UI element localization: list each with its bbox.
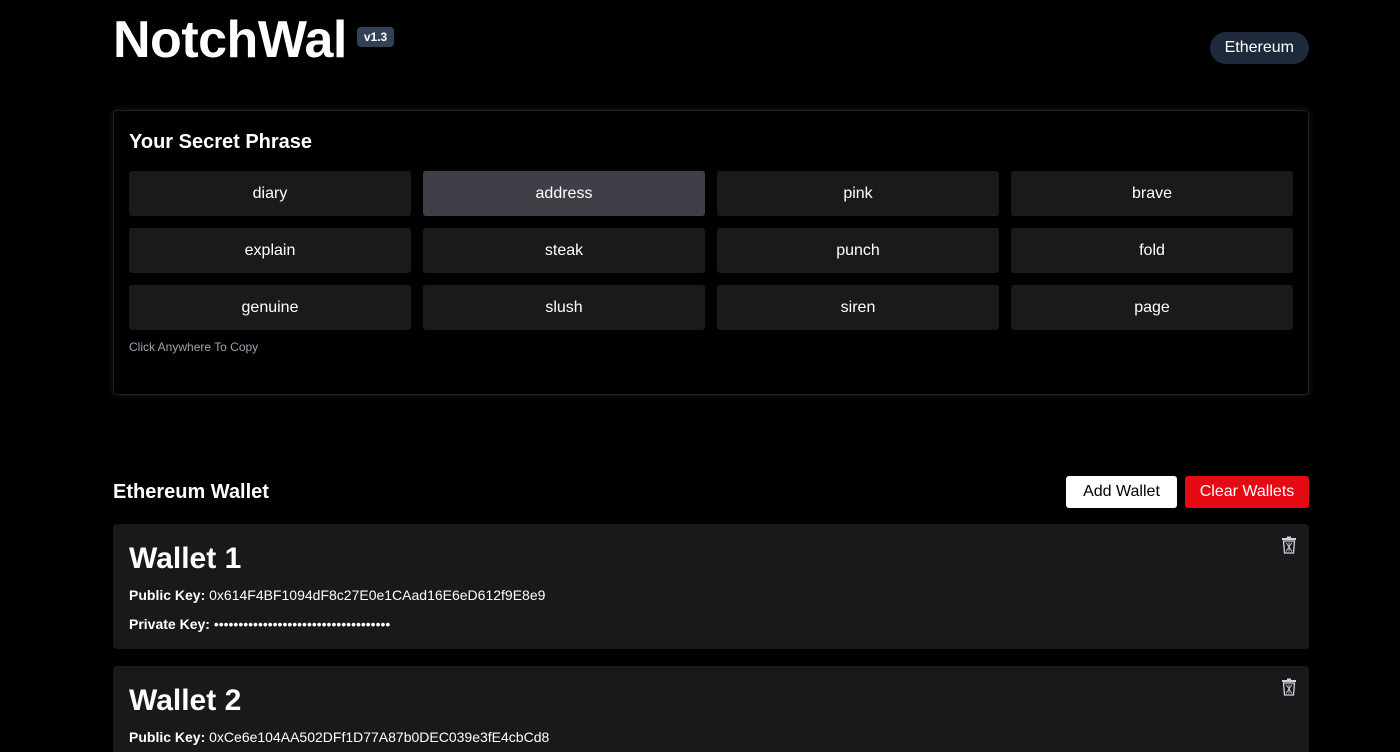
phrase-word[interactable]: brave xyxy=(1011,171,1293,216)
private-key-label: Private Key: xyxy=(129,616,210,632)
version-badge: v1.3 xyxy=(356,27,395,47)
phrase-word[interactable]: diary xyxy=(129,171,411,216)
phrase-word[interactable]: siren xyxy=(717,285,999,330)
wallet-name: Wallet 1 xyxy=(129,542,242,575)
wallet-card: Wallet 1 Public Key: 0x614F4BF1094dF8c27… xyxy=(113,524,1309,649)
wallet-name: Wallet 2 xyxy=(129,684,242,717)
app-title: NotchWal xyxy=(113,11,347,69)
clear-wallets-button[interactable]: Clear Wallets xyxy=(1185,476,1309,508)
phrase-word[interactable]: slush xyxy=(423,285,705,330)
header: NotchWal v1.3 Ethereum xyxy=(113,10,1309,72)
secret-phrase-grid: diary address pink brave explain steak p… xyxy=(129,171,1294,330)
phrase-word[interactable]: address xyxy=(423,171,705,216)
brand: NotchWal v1.3 xyxy=(113,10,395,70)
public-key-value[interactable]: 0x614F4BF1094dF8c27E0e1CAad16E6eD612f9E8… xyxy=(209,587,545,603)
wallet-section-title: Ethereum Wallet xyxy=(113,481,269,503)
wallet-card: Wallet 2 Public Key: 0xCe6e104AA502DFf1D… xyxy=(113,666,1309,752)
trash-icon[interactable] xyxy=(1281,678,1297,696)
trash-icon[interactable] xyxy=(1281,536,1297,554)
phrase-word[interactable]: steak xyxy=(423,228,705,273)
app-root: NotchWal v1.3 Ethereum Your Secret Phras… xyxy=(0,0,1400,752)
public-key-row: Public Key: 0xCe6e104AA502DFf1D77A87b0DE… xyxy=(129,729,549,745)
secret-phrase-card[interactable]: Your Secret Phrase diary address pink br… xyxy=(113,110,1309,395)
add-wallet-button[interactable]: Add Wallet xyxy=(1066,476,1177,508)
private-key-row: Private Key: •••••••••••••••••••••••••••… xyxy=(129,616,390,632)
public-key-row: Public Key: 0x614F4BF1094dF8c27E0e1CAad1… xyxy=(129,587,545,603)
phrase-word[interactable]: fold xyxy=(1011,228,1293,273)
network-selector-button[interactable]: Ethereum xyxy=(1209,32,1309,64)
phrase-word[interactable]: punch xyxy=(717,228,999,273)
phrase-word[interactable]: page xyxy=(1011,285,1293,330)
public-key-value[interactable]: 0xCe6e104AA502DFf1D77A87b0DEC039e3fE4cbC… xyxy=(209,729,549,745)
secret-phrase-title: Your Secret Phrase xyxy=(129,131,313,153)
public-key-label: Public Key: xyxy=(129,587,206,603)
phrase-word[interactable]: explain xyxy=(129,228,411,273)
public-key-label: Public Key: xyxy=(129,729,206,745)
private-key-value[interactable]: •••••••••••••••••••••••••••••••••••• xyxy=(214,616,390,632)
phrase-word[interactable]: pink xyxy=(717,171,999,216)
copy-hint: Click Anywhere To Copy xyxy=(129,340,259,354)
phrase-word[interactable]: genuine xyxy=(129,285,411,330)
wallet-section-header: Ethereum Wallet Add Wallet Clear Wallets xyxy=(113,476,1309,508)
